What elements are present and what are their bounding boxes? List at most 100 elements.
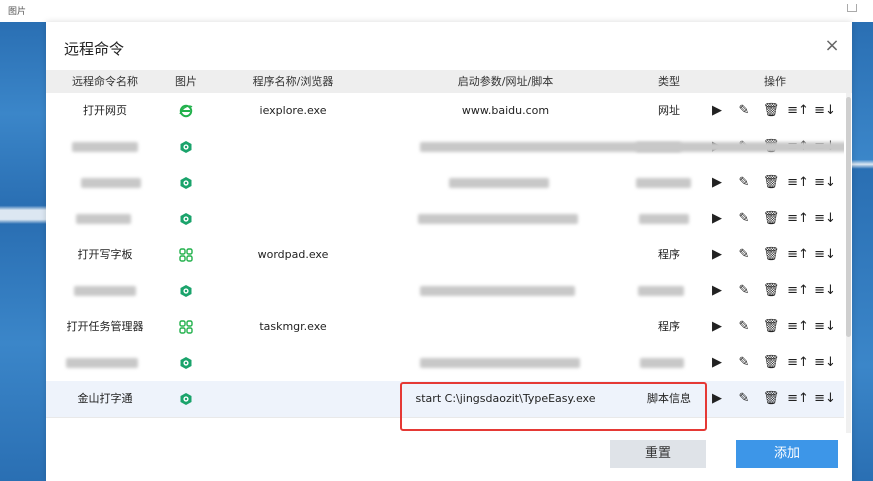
table-row[interactable]: ▶✎🗑≡↑≡↓ — [46, 273, 844, 310]
delete-icon[interactable]: 🗑 — [760, 273, 782, 309]
run-icon[interactable]: ▶ — [706, 165, 728, 201]
redacted-param — [420, 142, 844, 152]
delete-icon[interactable]: 🗑 — [760, 345, 782, 381]
hex-icon — [179, 213, 193, 229]
redacted-param — [449, 178, 549, 188]
dialog-title: 远程命令 — [64, 40, 125, 58]
move-up-icon[interactable]: ≡↑ — [787, 237, 809, 273]
move-down-icon[interactable]: ≡↓ — [814, 201, 836, 237]
cell-param: www.baidu.com — [461, 104, 550, 117]
move-down-icon[interactable]: ≡↓ — [814, 381, 836, 417]
move-up-icon[interactable]: ≡↑ — [787, 381, 809, 417]
hex-icon — [179, 141, 193, 157]
delete-icon[interactable]: 🗑 — [760, 237, 782, 273]
background-window-right — [851, 22, 873, 481]
table-row[interactable]: 打开网页 iexplore.exe www.baidu.com 网址 ▶ ✎ 🗑 ≡↑ ≡↓ — [46, 93, 844, 130]
cell-program — [208, 165, 378, 201]
move-up-icon[interactable]: ≡↑ — [787, 93, 809, 129]
window-titlebar: 图片 — [0, 0, 873, 22]
delete-icon[interactable]: 🗑 — [760, 93, 782, 129]
scrollbar-thumb[interactable] — [846, 97, 851, 337]
cell-program — [208, 273, 378, 309]
table-row[interactable]: 打开写字板 wordpad.exe 程序 ▶ ✎ 🗑 ≡↑ ≡↓ — [46, 237, 844, 274]
delete-icon[interactable]: 🗑 — [760, 381, 782, 417]
cell-type: 网址 — [658, 104, 680, 117]
redacted-name — [81, 178, 141, 188]
cell-param — [378, 309, 633, 345]
move-down-icon[interactable]: ≡↓ — [814, 165, 836, 201]
move-down-icon[interactable]: ≡↓ — [814, 273, 836, 309]
table-row[interactable]: 打开任务管理器 taskmgr.exe 程序 ▶ ✎ 🗑 ≡↑ ≡↓ — [46, 309, 844, 346]
close-icon[interactable]: × — [820, 34, 844, 58]
hex-icon — [179, 357, 193, 373]
add-button[interactable]: 添加 — [736, 440, 838, 468]
edit-icon[interactable]: ✎ — [733, 201, 755, 237]
move-up-icon[interactable]: ≡↑ — [787, 165, 809, 201]
run-icon[interactable]: ▶ — [706, 273, 728, 309]
cell-program: iexplore.exe — [259, 104, 327, 117]
delete-icon[interactable]: 🗑 — [760, 165, 782, 201]
cell-image — [164, 309, 208, 345]
edit-icon[interactable]: ✎ — [733, 309, 755, 345]
move-down-icon[interactable]: ≡↓ — [814, 345, 836, 381]
redacted-name — [72, 142, 138, 152]
cell-program: taskmgr.exe — [259, 320, 327, 333]
move-down-icon[interactable]: ≡↓ — [814, 237, 836, 273]
run-icon[interactable]: ▶ — [706, 345, 728, 381]
redacted-type — [636, 178, 691, 188]
redacted-name — [76, 214, 131, 224]
cell-program — [208, 345, 378, 381]
reset-button[interactable]: 重置 — [610, 440, 706, 468]
table-row[interactable]: ▶✎🗑≡↑≡↓ — [46, 165, 844, 202]
cell-name: 金山打字通 — [77, 392, 133, 405]
move-up-icon[interactable]: ≡↑ — [787, 273, 809, 309]
move-up-icon[interactable]: ≡↑ — [787, 345, 809, 381]
hex-icon — [179, 285, 193, 301]
run-icon[interactable]: ▶ — [706, 309, 728, 345]
redacted-type — [640, 358, 684, 368]
cell-image — [164, 381, 208, 417]
column-header-program: 程序名称/浏览器 — [252, 75, 334, 88]
run-icon[interactable]: ▶ — [706, 201, 728, 237]
cell-image — [164, 201, 208, 237]
grid-icon — [179, 248, 193, 265]
scrollbar[interactable] — [846, 93, 851, 433]
edit-icon[interactable]: ✎ — [733, 93, 755, 129]
delete-icon[interactable]: 🗑 — [760, 201, 782, 237]
cell-name: 打开网页 — [83, 104, 127, 117]
table-row[interactable]: ▶✎🗑≡↑≡↓ — [46, 129, 844, 166]
move-up-icon[interactable]: ≡↑ — [787, 309, 809, 345]
cell-type: 程序 — [658, 248, 680, 261]
edit-icon[interactable]: ✎ — [733, 273, 755, 309]
run-icon[interactable]: ▶ — [706, 381, 728, 417]
table-header: 远程命令名称 图片 程序名称/浏览器 启动参数/网址/脚本 类型 操作 — [46, 70, 852, 93]
edit-icon[interactable]: ✎ — [733, 237, 755, 273]
run-icon[interactable]: ▶ — [706, 93, 728, 129]
cell-image — [164, 273, 208, 309]
window-restore-icon[interactable] — [847, 4, 857, 12]
edit-icon[interactable]: ✎ — [733, 165, 755, 201]
table-row[interactable]: ▶✎🗑≡↑≡↓ — [46, 201, 844, 238]
table-row[interactable]: ▶✎🗑≡↑≡↓ — [46, 345, 844, 382]
grid-icon — [179, 320, 193, 337]
run-icon[interactable]: ▶ — [706, 237, 728, 273]
column-header-type: 类型 — [658, 75, 680, 88]
move-down-icon[interactable]: ≡↓ — [814, 93, 836, 129]
cell-program: wordpad.exe — [257, 248, 329, 261]
move-down-icon[interactable]: ≡↓ — [814, 309, 836, 345]
edit-icon[interactable]: ✎ — [733, 381, 755, 417]
delete-icon[interactable]: 🗑 — [760, 309, 782, 345]
hex-icon — [179, 177, 193, 193]
column-header-name: 远程命令名称 — [72, 75, 138, 88]
highlight-annotation — [400, 382, 707, 431]
edit-icon[interactable]: ✎ — [733, 345, 755, 381]
redacted-param — [420, 358, 580, 368]
redacted-param — [420, 286, 575, 296]
cell-program — [208, 381, 378, 417]
cell-image — [164, 93, 208, 129]
move-up-icon[interactable]: ≡↑ — [787, 201, 809, 237]
redacted-param — [418, 214, 578, 224]
cell-image — [164, 345, 208, 381]
cell-image — [164, 129, 208, 165]
hex-icon — [179, 393, 193, 409]
